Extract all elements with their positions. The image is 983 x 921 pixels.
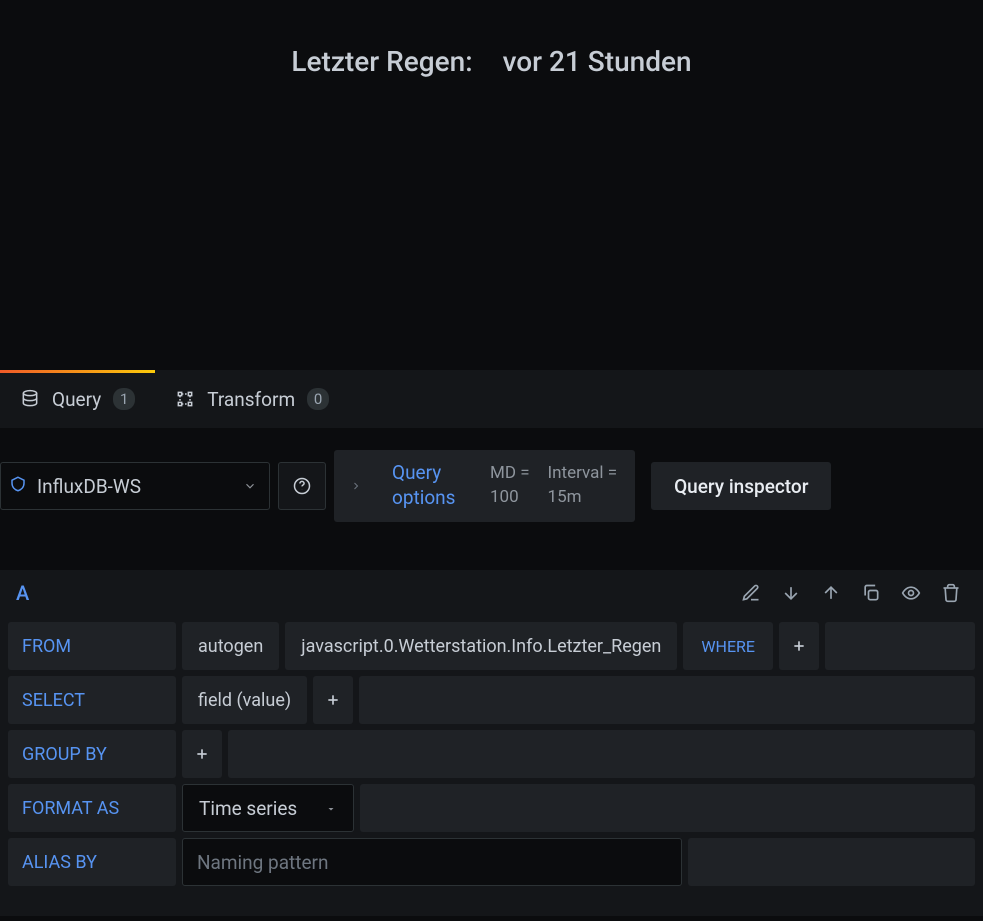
datasource-icon bbox=[9, 475, 27, 498]
interval-label: Interval = bbox=[548, 462, 618, 486]
query-editor-block: A FROM autogen javascript.0.Wetterstatio… bbox=[0, 570, 983, 916]
tabs-bar: Query 1 Transform 0 bbox=[0, 370, 983, 428]
arrow-up-icon[interactable] bbox=[821, 583, 841, 603]
transform-icon bbox=[175, 389, 195, 409]
tab-query[interactable]: Query 1 bbox=[0, 370, 155, 428]
formatas-value: Time series bbox=[199, 797, 297, 820]
plus-icon bbox=[791, 638, 807, 654]
chevron-right-icon bbox=[338, 480, 374, 492]
panel-title: Letzter Regen: bbox=[291, 45, 472, 78]
formatas-row: FORMAT AS Time series bbox=[8, 784, 975, 832]
tab-transform-label: Transform bbox=[207, 388, 295, 411]
panel-visualization: Letzter Regen: vor 21 Stunden bbox=[0, 0, 983, 370]
copy-icon[interactable] bbox=[861, 583, 881, 603]
query-options-interval: Interval = 15m bbox=[548, 462, 618, 510]
trash-icon[interactable] bbox=[941, 583, 961, 603]
from-label: FROM bbox=[8, 622, 176, 670]
groupby-add-button[interactable] bbox=[182, 730, 222, 778]
formatas-label: FORMAT AS bbox=[8, 784, 176, 832]
tab-query-badge: 1 bbox=[113, 388, 135, 410]
arrow-down-icon[interactable] bbox=[781, 583, 801, 603]
query-actions bbox=[741, 583, 967, 603]
groupby-spacer bbox=[228, 730, 975, 778]
aliasby-spacer bbox=[688, 838, 975, 886]
query-options-panel[interactable]: Query options MD = 100 Interval = 15m bbox=[334, 450, 635, 522]
select-label: SELECT bbox=[8, 676, 176, 724]
query-options-md: MD = 100 bbox=[490, 462, 530, 510]
options-row: InfluxDB-WS Query options MD = 100 Inter… bbox=[0, 428, 983, 522]
tab-transform[interactable]: Transform 0 bbox=[155, 370, 349, 428]
aliasby-row: ALIAS BY bbox=[8, 838, 975, 886]
question-icon bbox=[292, 476, 312, 496]
from-policy[interactable]: autogen bbox=[182, 622, 279, 670]
panel-value: vor 21 Stunden bbox=[503, 45, 692, 78]
chevron-down-icon bbox=[243, 475, 257, 498]
tab-query-label: Query bbox=[52, 388, 101, 411]
from-row: FROM autogen javascript.0.Wetterstation.… bbox=[8, 622, 975, 670]
datasource-name: InfluxDB-WS bbox=[37, 475, 141, 498]
eye-icon[interactable] bbox=[901, 583, 921, 603]
formatas-spacer bbox=[360, 784, 975, 832]
plus-icon bbox=[325, 692, 341, 708]
query-header: A bbox=[8, 570, 975, 616]
md-value: 100 bbox=[490, 486, 530, 510]
select-spacer bbox=[359, 676, 975, 724]
aliasby-label: ALIAS BY bbox=[8, 838, 176, 886]
edit-icon[interactable] bbox=[741, 583, 761, 603]
query-letter: A bbox=[16, 581, 29, 605]
select-field[interactable]: field (value) bbox=[182, 676, 307, 724]
plus-icon bbox=[194, 746, 210, 762]
chevron-down-icon bbox=[325, 797, 337, 820]
datasource-select[interactable]: InfluxDB-WS bbox=[0, 462, 270, 510]
where-add-button[interactable] bbox=[779, 622, 819, 670]
tab-transform-badge: 0 bbox=[307, 388, 329, 410]
select-add-button[interactable] bbox=[313, 676, 353, 724]
interval-value: 15m bbox=[548, 486, 618, 510]
groupby-label: GROUP BY bbox=[8, 730, 176, 778]
where-label[interactable]: WHERE bbox=[683, 622, 773, 670]
database-icon bbox=[20, 389, 40, 409]
formatas-select[interactable]: Time series bbox=[182, 784, 354, 832]
from-spacer bbox=[825, 622, 975, 670]
query-options-label: Query options bbox=[392, 461, 472, 510]
from-measurement[interactable]: javascript.0.Wetterstation.Info.Letzter_… bbox=[285, 622, 677, 670]
datasource-help-button[interactable] bbox=[278, 462, 326, 510]
groupby-row: GROUP BY bbox=[8, 730, 975, 778]
aliasby-input[interactable] bbox=[182, 838, 682, 886]
select-row: SELECT field (value) bbox=[8, 676, 975, 724]
query-inspector-label: Query inspector bbox=[674, 475, 808, 498]
panel-value-display: Letzter Regen: vor 21 Stunden bbox=[291, 45, 691, 78]
md-label: MD = bbox=[490, 462, 530, 486]
query-inspector-button[interactable]: Query inspector bbox=[651, 462, 831, 510]
